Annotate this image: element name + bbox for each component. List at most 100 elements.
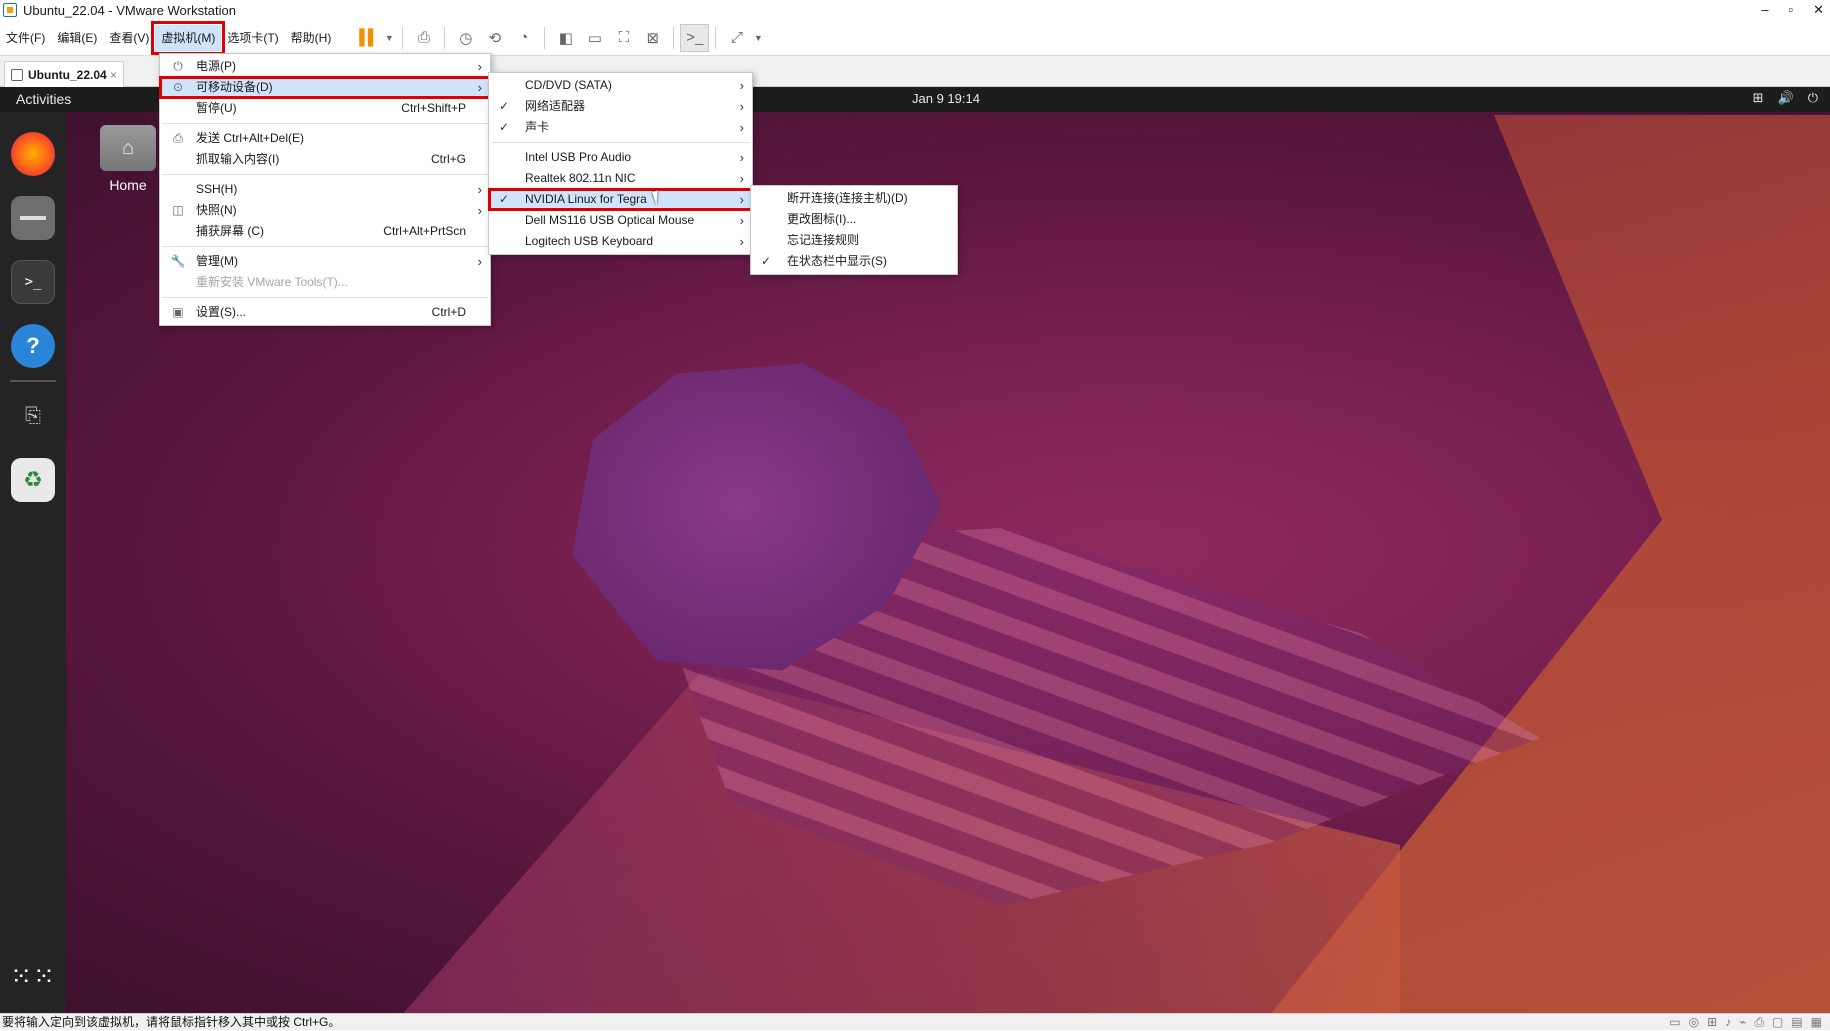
snapshot-manager-icon[interactable]: ◔ [509, 24, 538, 52]
menu-vm[interactable]: 虚拟机(M) [151, 20, 226, 55]
vm-menu-item[interactable]: ▣ 设置(S)... Ctrl+D [160, 302, 490, 323]
shortcut-label: Ctrl+G [430, 152, 466, 166]
desktop-home-folder[interactable]: ⌂ Home [98, 125, 158, 193]
menu-edit[interactable]: 编辑(E) [51, 25, 103, 51]
firefox-icon[interactable] [11, 132, 55, 176]
shortcut-label: Ctrl+Shift+P [401, 101, 466, 115]
menu-file[interactable]: 文件(F) [0, 25, 51, 51]
vm-menu-item-label: 发送 Ctrl+Alt+Del(E) [196, 131, 305, 145]
window-titlebar: Ubuntu_22.04 - VMware Workstation – ▫ ✕ [0, 0, 1830, 20]
system-tray[interactable]: ⊞ 🔊 ⏻ [1753, 90, 1818, 106]
removable-devices-icon: ⊙ [172, 80, 184, 94]
sound-icon[interactable]: ♪ [1725, 1014, 1731, 1031]
device-action-item[interactable]: 更改图标(I)... [751, 209, 957, 230]
device-item[interactable]: CD/DVD (SATA) › [489, 75, 752, 96]
device-item[interactable]: Logitech USB Keyboard › [489, 231, 752, 252]
device-item-label: CD/DVD (SATA) [525, 78, 612, 92]
device-item[interactable]: Dell MS116 USB Optical Mouse › [489, 210, 752, 231]
chevron-right-icon: › [477, 80, 482, 95]
network-icon[interactable]: ⊞ [1707, 1014, 1717, 1031]
toolbar-divider [444, 26, 446, 49]
send-ctrl-alt-del-icon[interactable]: ⎙ [409, 24, 438, 52]
terminal-icon[interactable]: >_ [11, 260, 55, 304]
send-keys-icon: ⎙ [173, 131, 183, 145]
fullscreen-icon[interactable]: ⛶ [609, 24, 638, 52]
status-device-icons: ▭ ◎ ⊞ ♪ ⌁ ⎙ ▢ ▤ ▦ [1669, 1014, 1822, 1031]
device-icon[interactable]: ▤ [1791, 1014, 1802, 1031]
toolbar-divider [402, 26, 404, 49]
status-text: 要将输入定向到该虚拟机，请将鼠标指针移入其中或按 Ctrl+G。 [2, 1015, 341, 1029]
vm-dropdown-menu: ⏻ 电源(P) › ⊙ 可移动设备(D) › 暂停(U) Ctrl+Shift+P ⎙ 发送 Ct… [159, 53, 491, 326]
device-item[interactable]: ✓ 网络适配器 › [489, 96, 752, 117]
chevron-right-icon: › [739, 213, 744, 228]
dropdown-caret-icon[interactable]: ▼ [751, 24, 765, 52]
power-icon[interactable]: ⏻ [1808, 90, 1818, 106]
volume-icon[interactable]: 🔊 [1778, 90, 1794, 106]
chevron-right-icon: › [739, 99, 744, 114]
snapshot-icon[interactable]: ◷ [451, 24, 480, 52]
vm-menu-item-label: 管理(M) [196, 254, 238, 268]
pause-icon[interactable]: ▌▌ [353, 24, 382, 52]
device-action-item[interactable]: 断开连接(连接主机)(D) [751, 188, 957, 209]
device-action-item[interactable]: 忘记连接规则 [751, 230, 957, 251]
menu-separator [162, 297, 488, 298]
vm-menu-item[interactable]: ⏻ 电源(P) › [160, 56, 490, 77]
menu-view[interactable]: 查看(V) [103, 25, 155, 51]
stretch-icon[interactable]: ⤢ [722, 24, 751, 52]
chevron-right-icon: › [477, 182, 482, 197]
close-icon[interactable]: × [110, 68, 117, 82]
unity-icon[interactable]: ⊠ [638, 24, 667, 52]
device-item[interactable]: Intel USB Pro Audio › [489, 147, 752, 168]
files-icon[interactable] [11, 196, 55, 240]
device-item[interactable]: Realtek 802.11n NIC › [489, 168, 752, 189]
message-icon[interactable]: ▦ [1811, 1014, 1822, 1031]
display-icon[interactable]: ▢ [1772, 1014, 1783, 1031]
vm-menu-item[interactable]: 抓取输入内容(I) Ctrl+G [160, 149, 490, 170]
status-bar: 要将输入定向到该虚拟机，请将鼠标指针移入其中或按 Ctrl+G。 ▭ ◎ ⊞ ♪… [0, 1013, 1830, 1030]
menu-tabs[interactable]: 选项卡(T) [221, 25, 284, 51]
show-apps-icon[interactable]: ⁙⁙ [10, 954, 55, 998]
dock-divider [10, 380, 56, 382]
maximize-button[interactable]: ▫ [1788, 0, 1793, 20]
thumbnail-bar-icon[interactable]: ▭ [580, 24, 609, 52]
chevron-right-icon: › [739, 192, 744, 207]
window-controls: – ▫ ✕ [1761, 0, 1824, 20]
usb-icon[interactable]: ⌁ [1739, 1014, 1746, 1031]
device-item[interactable]: ✓ 声卡 › [489, 117, 752, 138]
console-view-icon[interactable]: >_ [680, 23, 710, 52]
close-button[interactable]: ✕ [1813, 0, 1824, 20]
shortcut-label: Ctrl+D [431, 305, 466, 319]
device-item-label: Logitech USB Keyboard [525, 234, 654, 248]
menu-help[interactable]: 帮助(H) [285, 25, 338, 51]
tab-ubuntu[interactable]: Ubuntu_22.04 × [4, 61, 124, 87]
menu-separator [162, 246, 488, 247]
home-folder-icon: ⌂ [100, 125, 156, 171]
minimize-button[interactable]: – [1761, 0, 1768, 20]
vm-menu-item[interactable]: ⊙ 可移动设备(D) › [159, 76, 491, 99]
vm-menu-item[interactable]: ◫ 快照(N) › [160, 200, 490, 221]
vm-menu-item[interactable]: 捕获屏幕 (C) Ctrl+Alt+PrtScn [160, 221, 490, 242]
usb-drive-icon[interactable]: ⎘ [11, 394, 55, 438]
trash-icon[interactable]: ♻ [11, 458, 55, 502]
device-item[interactable]: ✓ NVIDIA Linux for Tegra › [488, 188, 753, 211]
vm-menu-item[interactable]: SSH(H) › [160, 179, 490, 200]
activities-button[interactable]: Activities [16, 91, 71, 107]
device-action-item[interactable]: ✓ 在状态栏中显示(S) [751, 251, 957, 272]
dropdown-caret-icon[interactable]: ▼ [382, 24, 396, 52]
network-icon[interactable]: ⊞ [1753, 90, 1764, 106]
vm-menu-item[interactable]: 🔧 管理(M) › [160, 251, 490, 272]
library-icon[interactable]: ◧ [551, 24, 580, 52]
vm-menu-item[interactable]: 暂停(U) Ctrl+Shift+P [160, 98, 490, 119]
help-icon[interactable]: ? [11, 324, 55, 368]
cd-icon[interactable]: ◎ [1689, 1014, 1699, 1031]
device-action-label: 更改图标(I)... [787, 212, 857, 226]
vm-menu-item[interactable]: ⎙ 发送 Ctrl+Alt+Del(E) [160, 128, 490, 149]
device-item-label: 网络适配器 [525, 99, 586, 113]
printer-icon[interactable]: ⎙ [1754, 1014, 1764, 1031]
hdd-icon[interactable]: ▭ [1669, 1014, 1680, 1031]
clock[interactable]: Jan 9 19:14 [912, 91, 980, 106]
revert-snapshot-icon[interactable]: ⟲ [480, 24, 509, 52]
vm-menu-item-label: 暂停(U) [196, 101, 237, 115]
vm-menu-item-label: 捕获屏幕 (C) [196, 224, 264, 238]
checkmark-icon: ✓ [499, 192, 510, 206]
